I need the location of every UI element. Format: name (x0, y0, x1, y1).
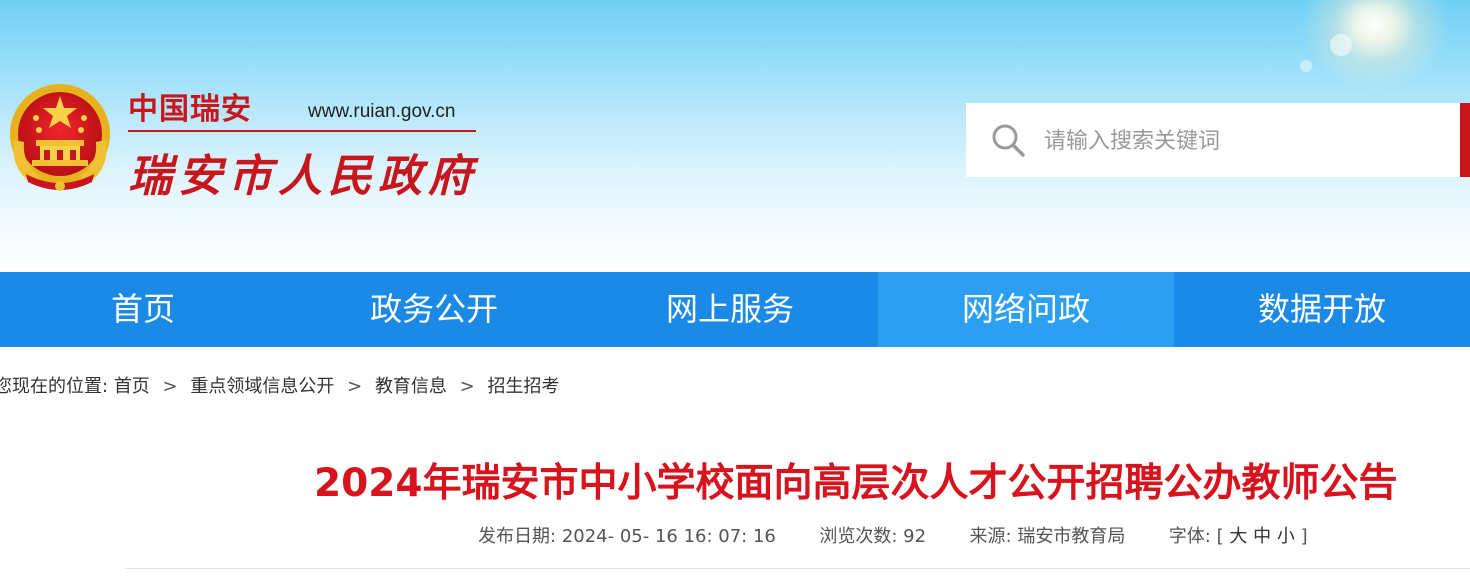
breadcrumb-separator: > (347, 376, 363, 397)
font-size-medium-button[interactable]: 中 (1253, 526, 1271, 547)
nav-item-online-inquiry[interactable]: 网络问政 (878, 272, 1175, 347)
font-size-bracket-open: [ (1216, 526, 1224, 547)
brand-url: www.ruian.gov.cn (308, 101, 456, 122)
font-size-small-button[interactable]: 小 (1277, 526, 1295, 547)
main-nav: 首页 政务公开 网上服务 网络问政 数据开放 (0, 272, 1470, 347)
view-count-label: 浏览次数: (819, 526, 898, 547)
nav-item-government-affairs[interactable]: 政务公开 (286, 272, 582, 347)
brand-main-title[interactable]: 瑞安市人民政府 (128, 140, 478, 204)
content-divider (125, 568, 1470, 569)
breadcrumb-education[interactable]: 教育信息 (375, 376, 447, 397)
publish-date-value: 2024- 05- 16 16: 07: 16 (561, 526, 776, 547)
nav-item-data-open[interactable]: 数据开放 (1174, 272, 1470, 347)
breadcrumb-key-areas[interactable]: 重点领域信息公开 (190, 376, 334, 397)
breadcrumb-home[interactable]: 首页 (114, 376, 150, 397)
breadcrumb-separator: > (459, 376, 475, 397)
source-value: 瑞安市教育局 (1017, 526, 1126, 547)
search-box (966, 103, 1470, 177)
search-icon[interactable] (990, 122, 1026, 158)
view-count-value: 92 (903, 526, 927, 547)
font-size-bracket-close: ] (1300, 526, 1308, 547)
breadcrumb-lead: 您现在的位置: (0, 376, 109, 397)
breadcrumb-separator: > (162, 376, 178, 397)
source-label: 来源: (969, 526, 1012, 547)
nav-item-home[interactable]: 首页 (0, 272, 286, 347)
article-title: 2024年瑞安市中小学校面向高层次人才公开招聘公办教师公告 (314, 461, 1398, 506)
brand-divider (128, 130, 476, 132)
brand-small-title: 中国瑞安 (128, 92, 252, 127)
nav-item-online-services[interactable]: 网上服务 (582, 272, 878, 347)
lens-flare (1330, 34, 1352, 56)
publish-date-label: 发布日期: (478, 526, 557, 547)
font-size-large-button[interactable]: 大 (1229, 526, 1247, 547)
breadcrumb-admissions[interactable]: 招生招考 (488, 376, 560, 397)
article-meta: 发布日期: 2024- 05- 16 16: 07: 16 浏览次数: 92 来… (478, 522, 1308, 548)
search-button[interactable] (1460, 103, 1470, 177)
lens-flare (1300, 60, 1312, 72)
national-emblem-icon[interactable] (6, 80, 114, 198)
search-input[interactable] (1042, 119, 1426, 163)
font-size-label: 字体: (1168, 526, 1211, 547)
site-header: 中国瑞安 www.ruian.gov.cn 瑞安市人民政府 (0, 0, 1470, 272)
sun-glare (1300, 0, 1450, 90)
breadcrumb: 您现在的位置: 首页 > 重点领域信息公开 > 教育信息 > 招生招考 (0, 372, 560, 398)
